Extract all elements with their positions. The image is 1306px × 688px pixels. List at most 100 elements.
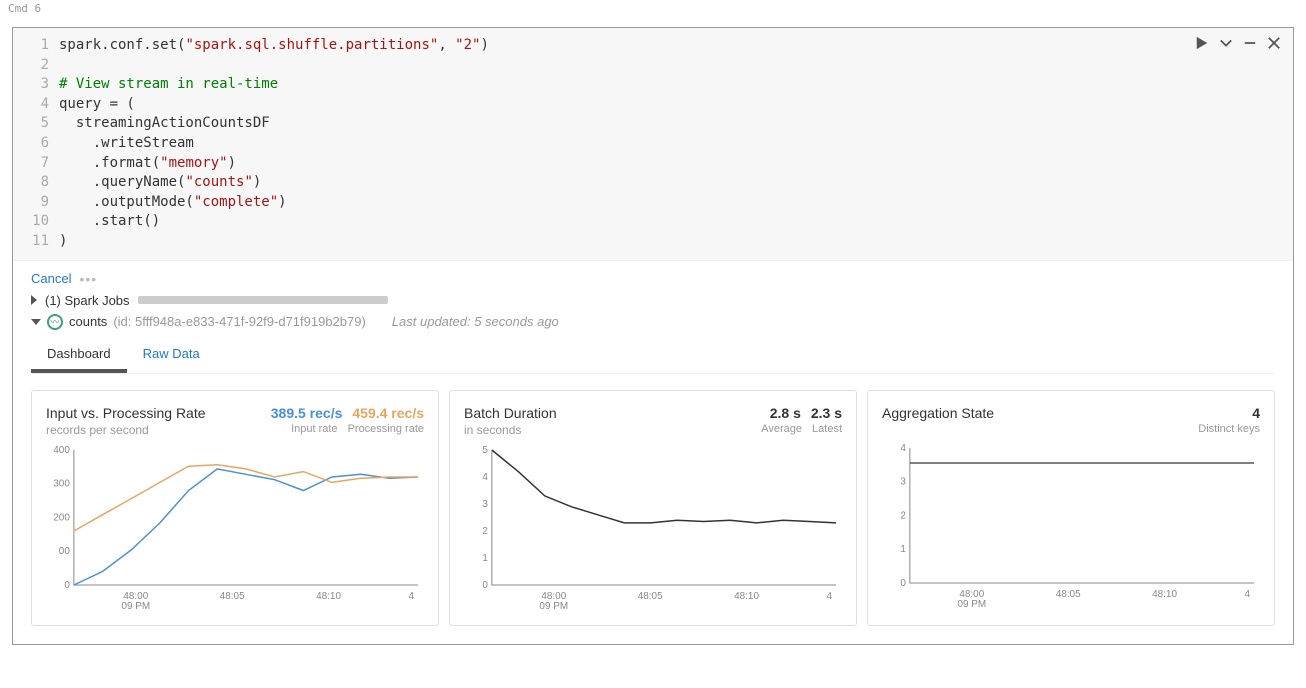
code-editor[interactable]: 1spark.conf.set("spark.sql.shuffle.parti… [13,28,1293,261]
progress-bar [138,296,388,304]
progress-dots-icon: ••• [79,271,97,287]
distinct-keys-label: Distinct keys [1198,423,1260,435]
code-line[interactable]: 10 .start() [13,212,1293,232]
chart-title: Batch Duration [464,405,557,421]
svg-text:0: 0 [900,578,906,589]
code-text[interactable]: ) [59,232,67,252]
svg-text:0: 0 [64,580,70,591]
code-line[interactable]: 7 .format("memory") [13,154,1293,174]
svg-text:300: 300 [53,478,70,489]
close-button[interactable] [1267,36,1281,53]
last-updated: Last updated: 5 seconds ago [392,314,559,329]
line-number: 10 [13,212,59,232]
code-text[interactable]: streamingActionCountsDF [59,114,270,134]
stream-id: (id: 5fff948a-e833-471f-92f9-d71f919b2b7… [113,314,366,329]
svg-text:4: 4 [900,443,906,454]
expand-triangle-icon[interactable] [31,295,37,305]
code-line[interactable]: 9 .outputMode("complete") [13,193,1293,213]
chart-subtitle: in seconds [464,423,557,437]
spark-jobs-label: (1) Spark Jobs [45,293,130,308]
svg-text:48:10: 48:10 [734,591,759,602]
minimize-button[interactable] [1243,36,1257,53]
chart-input-processing: Input vs. Processing Rate records per se… [31,390,439,626]
code-line[interactable]: 11) [13,232,1293,252]
line-number: 9 [13,193,59,213]
line-number: 5 [13,114,59,134]
code-text[interactable]: .outputMode("complete") [59,193,287,213]
code-line[interactable]: 6 .writeStream [13,134,1293,154]
spark-jobs-row[interactable]: (1) Spark Jobs [31,293,1275,308]
svg-text:48:05: 48:05 [1056,589,1081,600]
latest-value: 2.3 s [811,405,842,421]
tab-rawdata[interactable]: Raw Data [127,338,216,373]
code-text[interactable]: .queryName("counts") [59,173,261,193]
run-button[interactable] [1195,36,1209,53]
code-text[interactable]: .format("memory") [59,154,236,174]
svg-text:2: 2 [900,510,906,521]
stream-name: counts [69,314,107,329]
code-line[interactable]: 2 [13,56,1293,76]
input-rate-label: Input rate [291,423,337,435]
svg-text:48:05: 48:05 [220,591,245,602]
svg-text:200: 200 [53,512,70,523]
input-rate-value: 389.5 rec/s [271,405,343,421]
avg-label: Average [761,423,802,435]
svg-text:48:10: 48:10 [1152,589,1177,600]
chart-subtitle: records per second [46,423,206,437]
svg-text:09 PM: 09 PM [957,599,986,610]
collapse-triangle-icon[interactable] [31,319,41,325]
cell-output: Cancel ••• (1) Spark Jobs 〰 counts (id: … [13,261,1293,644]
svg-text:48:05: 48:05 [638,591,663,602]
svg-text:4: 4 [827,591,833,602]
dashboard-charts: Input vs. Processing Rate records per se… [31,390,1275,626]
code-text[interactable]: .start() [59,212,160,232]
chart-title: Aggregation State [882,405,994,421]
cell-toolbar [1195,36,1281,53]
tab-dashboard[interactable]: Dashboard [31,338,127,373]
line-number: 11 [13,232,59,252]
code-text[interactable]: spark.conf.set("spark.sql.shuffle.partit… [59,36,489,56]
latest-label: Latest [812,423,842,435]
svg-text:09 PM: 09 PM [539,601,568,612]
notebook-cell: 1spark.conf.set("spark.sql.shuffle.parti… [12,27,1294,645]
svg-text:0: 0 [482,580,488,591]
line-number: 4 [13,95,59,115]
line-number: 8 [13,173,59,193]
code-line[interactable]: 4query = ( [13,95,1293,115]
stream-icon: 〰 [47,314,63,330]
svg-text:3: 3 [482,499,488,510]
code-line[interactable]: 5 streamingActionCountsDF [13,114,1293,134]
svg-text:3: 3 [900,476,906,487]
svg-text:09 PM: 09 PM [121,601,150,612]
code-line[interactable]: 8 .queryName("counts") [13,173,1293,193]
processing-rate-value: 459.4 rec/s [352,405,424,421]
svg-text:5: 5 [482,445,488,456]
code-text[interactable]: query = ( [59,95,135,115]
svg-text:4: 4 [409,591,415,602]
run-dropdown-icon[interactable] [1219,36,1233,53]
avg-value: 2.8 s [770,405,801,421]
chart-aggregation-state: Aggregation State 4 Distinct keys 0 1 2 3 4 4… [867,390,1275,626]
svg-text:4: 4 [1245,589,1251,600]
line-number: 3 [13,75,59,95]
svg-text:48:10: 48:10 [316,591,341,602]
chart-title: Input vs. Processing Rate [46,405,206,421]
code-line[interactable]: 3# View stream in real-time [13,75,1293,95]
cell-label: Cmd 6 [0,0,1306,15]
chart-batch-duration: Batch Duration in seconds 2.8 s 2.3 s Av… [449,390,857,626]
code-line[interactable]: 1spark.conf.set("spark.sql.shuffle.parti… [13,36,1293,56]
code-text[interactable]: .writeStream [59,134,194,154]
distinct-keys-value: 4 [1252,405,1260,421]
code-text[interactable]: # View stream in real-time [59,75,278,95]
cancel-link[interactable]: Cancel [31,271,71,286]
svg-text:400: 400 [53,445,70,456]
stream-query-row[interactable]: 〰 counts (id: 5fff948a-e833-471f-92f9-d7… [31,314,1275,330]
line-number: 7 [13,154,59,174]
processing-rate-label: Processing rate [348,423,424,435]
line-number: 1 [13,36,59,56]
svg-text:1: 1 [900,544,906,555]
svg-text:1: 1 [482,553,488,564]
line-number: 2 [13,56,59,76]
line-number: 6 [13,134,59,154]
svg-text:2: 2 [482,526,488,537]
